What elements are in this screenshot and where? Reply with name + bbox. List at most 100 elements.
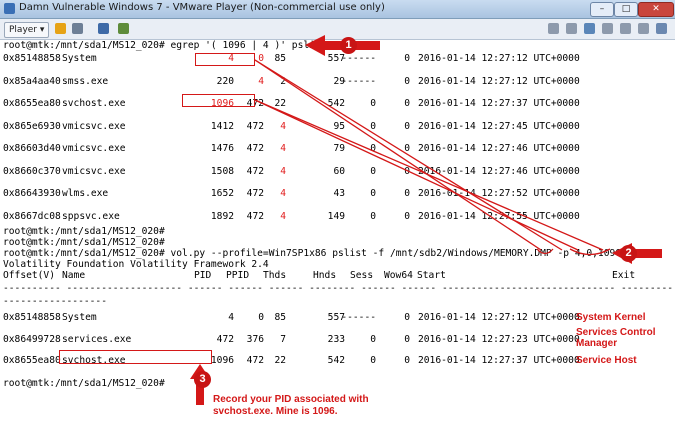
cell-wow64: 0: [404, 98, 410, 109]
device-disk-icon[interactable]: [548, 23, 559, 34]
device-printer-icon[interactable]: [638, 23, 649, 34]
player-menu-label: Player: [9, 25, 38, 35]
vmware-app-icon: [4, 3, 15, 14]
cell-wow64: 0: [404, 75, 410, 87]
cell-sess: ------: [341, 312, 376, 323]
cell-ppid: 472: [246, 188, 264, 199]
cell-wow64: 0: [404, 355, 410, 366]
cell-sess: 0: [370, 333, 376, 345]
cell-thds: 4: [280, 210, 286, 222]
cell-pid: 4: [228, 312, 234, 323]
cell-wow64: 0: [404, 188, 410, 199]
cell-sess: 0: [370, 120, 376, 132]
cell-offset: 0x86603d40: [3, 143, 61, 154]
cell-name: services.exe: [62, 333, 132, 345]
step-2-badge: 2: [620, 245, 637, 262]
cell-start: 2016-01-14 12:27:52 UTC+0000: [418, 188, 580, 199]
device-usb-icon[interactable]: [602, 23, 613, 34]
header-ppid: PPID: [226, 270, 250, 281]
unity-icon[interactable]: [118, 23, 129, 34]
cell-thds: 22: [274, 355, 286, 366]
cell-offset: 0x86643930: [3, 188, 61, 199]
volatility-banner: Volatility Foundation Volatility Framewo…: [3, 259, 269, 270]
step-3-badge: 3: [194, 371, 211, 388]
cell-offset: 0x8655ea80: [3, 355, 61, 366]
send-ctrl-alt-del-icon[interactable]: [72, 23, 83, 34]
maximize-button[interactable]: □: [614, 2, 638, 17]
cell-pid: 1412: [210, 120, 234, 132]
cell-start: 2016-01-14 12:27:37 UTC+0000: [418, 355, 580, 366]
device-network-icon[interactable]: [584, 23, 595, 34]
label-service-host: Service Host: [576, 355, 637, 366]
cell-thds: 7: [280, 333, 286, 345]
prompt-line: root@mtk:/mnt/sda1/MS12_020#: [3, 226, 165, 237]
cell-offset: 0x85a4aa40: [3, 75, 61, 87]
cell-sess: 0: [370, 210, 376, 222]
highlight-box-svchost: [59, 350, 212, 364]
cell-wow64: 0: [404, 53, 410, 64]
cell-thds: 4: [280, 120, 286, 132]
fullscreen-icon[interactable]: [98, 23, 109, 34]
cell-sess: 0: [370, 188, 376, 199]
message-log-icon[interactable]: [656, 23, 667, 34]
cell-offset: 0x86499728: [3, 333, 61, 345]
highlight-box-pid1096: [182, 94, 255, 107]
header-hnds: Hnds: [313, 270, 337, 281]
cell-ppid: 472: [246, 355, 264, 366]
cell-ppid: 376: [246, 333, 264, 345]
step-1-badge: 1: [340, 37, 357, 54]
cell-start: 2016-01-14 12:27:45 UTC+0000: [418, 120, 580, 132]
cell-offset: 0x8660c370: [3, 165, 61, 177]
cell-sess: ------: [341, 53, 376, 64]
cell-offset: 0x85148858: [3, 53, 61, 64]
cell-start: 2016-01-14 12:27:23 UTC+0000: [418, 333, 580, 345]
cell-name: wlms.exe: [62, 188, 109, 199]
header-offset: Offset(V): [3, 270, 55, 281]
cell-offset: 0x8655ea80: [3, 98, 61, 109]
cell-wow64: 0: [404, 333, 410, 345]
cell-ppid: 472: [246, 165, 264, 177]
cell-ppid: 472: [246, 120, 264, 132]
header-exit: Exit: [612, 270, 636, 281]
cell-sess: 0: [370, 355, 376, 366]
cell-offset: 0x8667dc08: [3, 210, 61, 222]
header-sess: Sess: [350, 270, 374, 281]
volatility-command-line: root@mtk:/mnt/sda1/MS12_020# vol.py --pr…: [3, 248, 645, 259]
header-start: Start: [417, 270, 446, 281]
cell-pid: 1652: [210, 188, 234, 199]
pause-icon[interactable]: [55, 23, 66, 34]
cell-wow64: 0: [404, 143, 410, 154]
minimize-button[interactable]: –: [590, 2, 614, 17]
cell-start: 2016-01-14 12:27:12 UTC+0000: [418, 53, 580, 64]
cell-start: 2016-01-14 12:27:37 UTC+0000: [418, 98, 580, 109]
prompt-line: root@mtk:/mnt/sda1/MS12_020#: [3, 378, 165, 389]
player-menu-button[interactable]: Player ▾: [4, 22, 50, 38]
header-thds: Thds: [263, 270, 287, 281]
egrep-command-line: root@mtk:/mnt/sda1/MS12_020# egrep '( 10…: [3, 40, 350, 51]
label-services-control: Services Control: [576, 327, 656, 338]
column-separator: ---------- -------------------- ------ -…: [3, 283, 672, 294]
cell-ppid: 472: [246, 210, 264, 222]
cell-start: 2016-01-14 12:27:55 UTC+0000: [418, 210, 580, 222]
cell-wow64: 0: [404, 165, 410, 177]
close-button[interactable]: ✕: [638, 2, 674, 17]
cell-sess: ------: [341, 75, 376, 87]
device-sound-icon[interactable]: [620, 23, 631, 34]
cell-sess: 0: [370, 165, 376, 177]
cell-start: 2016-01-14 12:27:12 UTC+0000: [418, 75, 580, 87]
cell-ppid: 4: [258, 75, 264, 87]
cell-thds: 4: [280, 188, 286, 199]
label-services-manager: Manager: [576, 338, 618, 349]
cell-name: vmicsvc.exe: [62, 165, 126, 177]
cell-wow64: 0: [404, 210, 410, 222]
header-pid: PID: [194, 270, 212, 281]
cell-thds: 2: [280, 75, 286, 87]
cell-name: vmicsvc.exe: [62, 143, 126, 154]
device-cd-icon[interactable]: [566, 23, 577, 34]
cell-sess: 0: [370, 143, 376, 154]
header-wow64: Wow64: [384, 270, 413, 281]
cell-name: smss.exe: [62, 75, 109, 87]
cell-sess: 0: [370, 98, 376, 109]
column-separator-wrap: ------------------: [3, 296, 107, 307]
cell-name: System: [62, 53, 97, 64]
